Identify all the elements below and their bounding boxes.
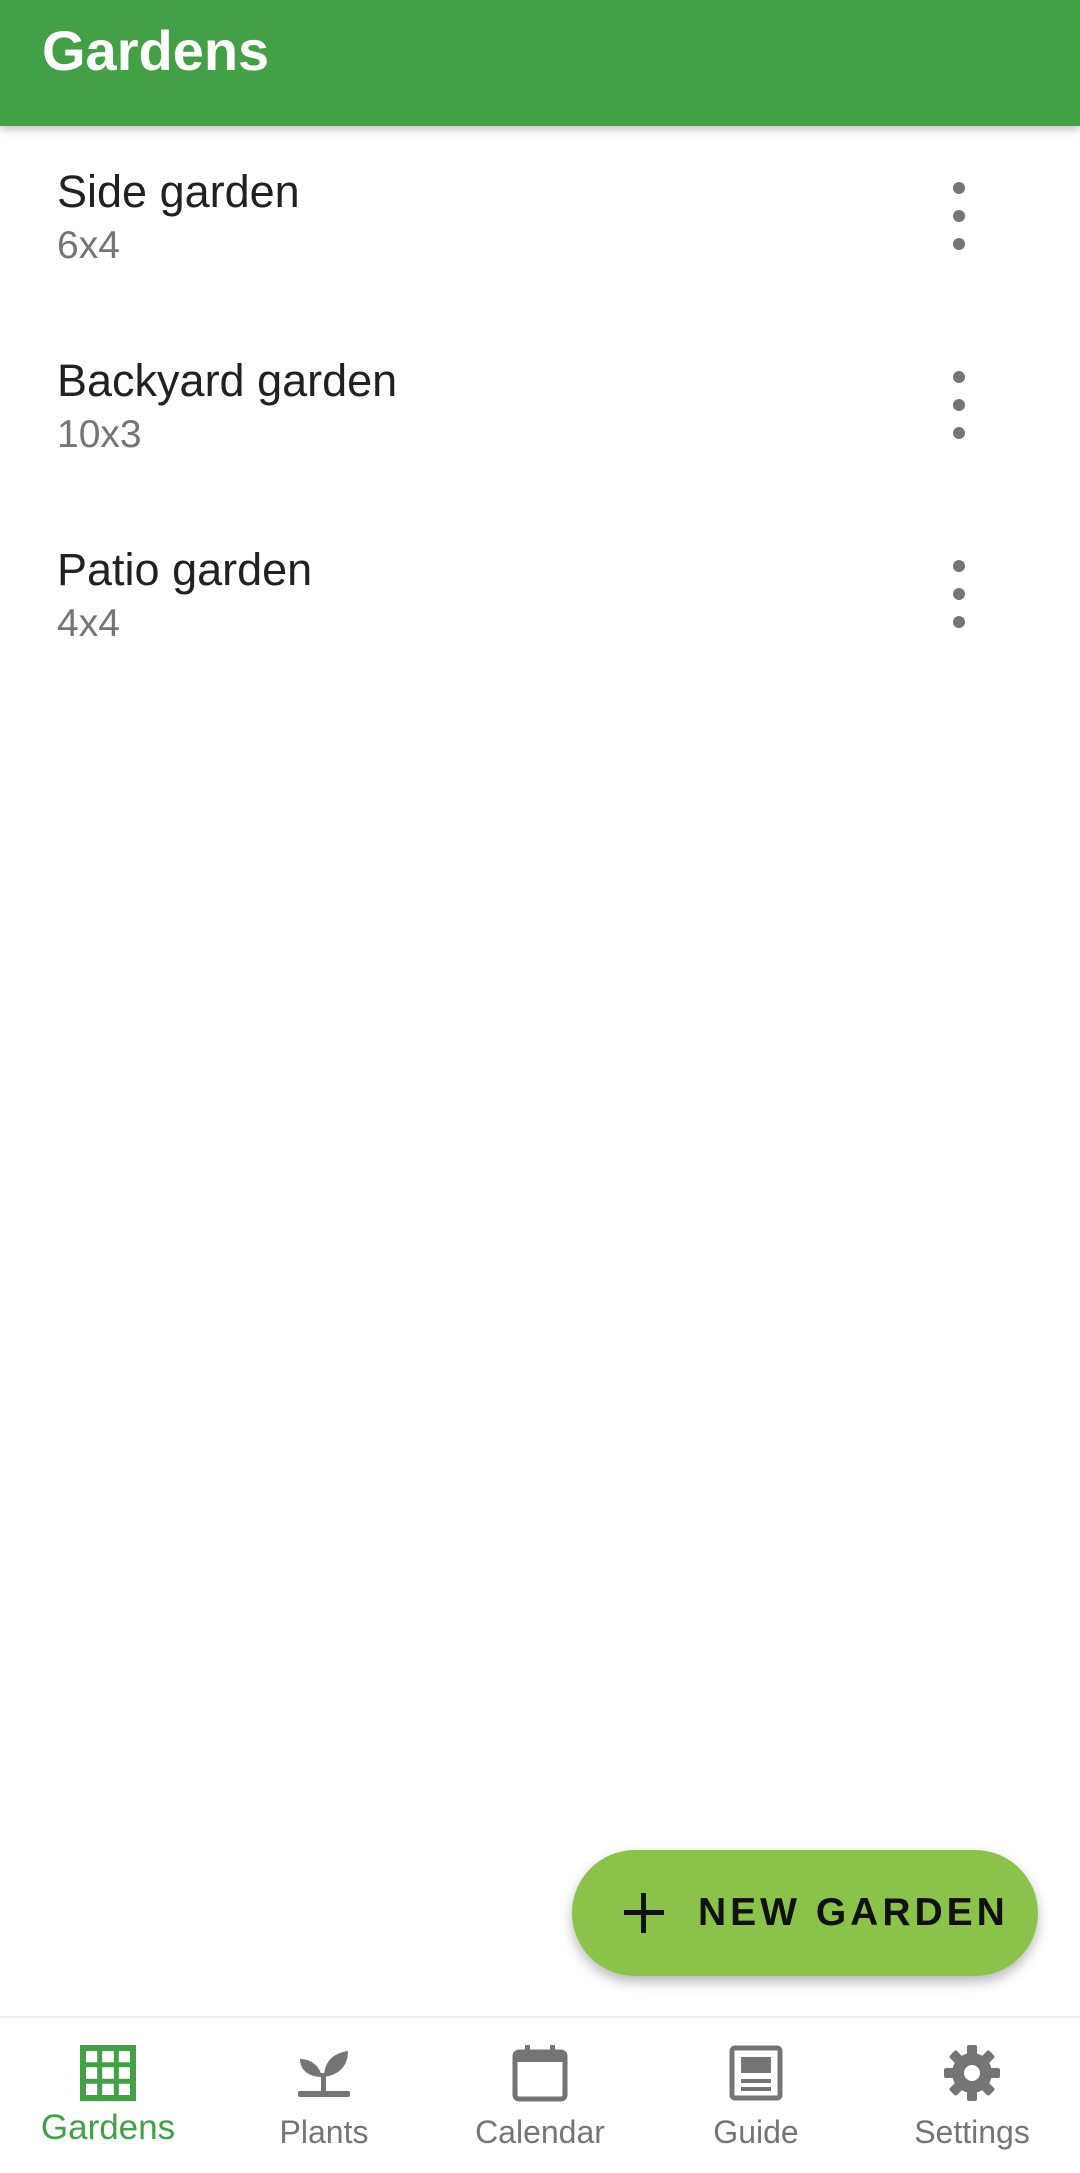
nav-item-plants[interactable]: Plants xyxy=(216,2018,432,2173)
nav-item-settings[interactable]: Settings xyxy=(864,2018,1080,2173)
new-garden-label: NEW GARDEN xyxy=(698,1891,1009,1934)
guide-icon xyxy=(729,2045,783,2101)
page-title: Gardens xyxy=(42,19,270,82)
garden-list-item[interactable]: Backyard garden 10x3 xyxy=(0,315,1080,504)
garden-name: Backyard garden xyxy=(57,355,398,406)
nav-label-plants: Plants xyxy=(279,2114,369,2150)
calendar-icon xyxy=(512,2045,568,2102)
more-vert-icon xyxy=(953,182,965,250)
nav-item-guide[interactable]: Guide xyxy=(648,2018,864,2173)
nav-label-calendar: Calendar xyxy=(475,2114,605,2150)
gear-icon xyxy=(944,2045,1000,2101)
plus-icon xyxy=(624,1893,664,1933)
nav-label-guide: Guide xyxy=(713,2114,799,2150)
nav-label-gardens: Gardens xyxy=(40,2108,176,2147)
app-bar: Gardens xyxy=(0,0,1080,126)
more-vert-icon xyxy=(953,371,965,439)
nav-item-gardens[interactable]: Gardens xyxy=(0,2018,216,2173)
more-options-button[interactable] xyxy=(926,172,992,260)
garden-size: 6x4 xyxy=(57,224,120,267)
sprout-icon xyxy=(298,2051,350,2097)
new-garden-button[interactable]: NEW GARDEN xyxy=(572,1850,1038,1976)
more-vert-icon xyxy=(953,560,965,628)
garden-name: Side garden xyxy=(57,166,300,217)
garden-size: 4x4 xyxy=(57,602,120,645)
garden-list: Side garden 6x4 Backyard garden 10x3 Pat… xyxy=(0,126,1080,693)
bottom-navigation: Gardens Plants Calendar Guide Settings xyxy=(0,2016,1080,2173)
nav-item-calendar[interactable]: Calendar xyxy=(432,2018,648,2173)
garden-name: Patio garden xyxy=(57,544,313,595)
more-options-button[interactable] xyxy=(926,550,992,638)
nav-label-settings: Settings xyxy=(914,2114,1030,2150)
garden-list-item[interactable]: Patio garden 4x4 xyxy=(0,504,1080,693)
garden-list-item[interactable]: Side garden 6x4 xyxy=(0,126,1080,315)
more-options-button[interactable] xyxy=(926,361,992,449)
grid-icon xyxy=(80,2045,136,2101)
garden-size: 10x3 xyxy=(57,413,142,456)
